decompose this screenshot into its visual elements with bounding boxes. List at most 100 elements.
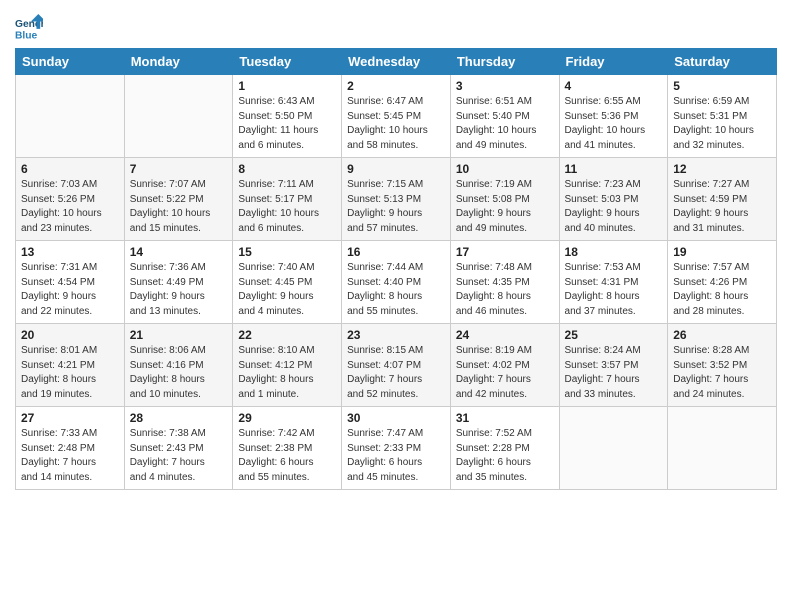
day-info: Sunrise: 7:07 AM Sunset: 5:22 PM Dayligh… [130,178,228,236]
week-row-1: 1Sunrise: 6:43 AM Sunset: 5:50 PM Daylig… [16,75,777,158]
weekday-header-monday: Monday [124,49,233,75]
calendar-cell: 13 Sunrise: 7:31 AM Sunset: 4:54 PM Dayli… [16,241,125,324]
day-number: 8 [238,162,336,176]
day-number: 26 [673,328,771,342]
calendar-cell: 26 Sunrise: 8:28 AM Sunset: 3:52 PM Dayli… [668,324,777,407]
calendar-cell: 21 Sunrise: 8:06 AM Sunset: 4:16 PM Dayli… [124,324,233,407]
calendar-cell: 2 Sunrise: 6:47 AM Sunset: 5:45 PM Daylig… [342,75,451,158]
calendar-cell: 8 Sunrise: 7:11 AM Sunset: 5:17 PM Daylig… [233,158,342,241]
weekday-header-sunday: Sunday [16,49,125,75]
calendar-container: General Blue SundayMondayTuesdayWednesda… [0,0,792,612]
calendar-cell: 31 Sunrise: 7:52 AM Sunset: 2:28 PM Dayli… [450,407,559,490]
calendar-cell: 12 Sunrise: 7:27 AM Sunset: 4:59 PM Dayli… [668,158,777,241]
day-number: 25 [565,328,663,342]
calendar-cell: 30 Sunrise: 7:47 AM Sunset: 2:33 PM Dayli… [342,407,451,490]
calendar-cell: 23Sunrise: 8:15 AM Sunset: 4:07 PM Dayli… [342,324,451,407]
calendar-cell: 10 Sunrise: 7:19 AM Sunset: 5:08 PM Dayli… [450,158,559,241]
calendar-cell: 19 Sunrise: 7:57 AM Sunset: 4:26 PM Dayli… [668,241,777,324]
day-info: Sunrise: 8:24 AM Sunset: 3:57 PM Dayligh… [565,344,663,402]
day-number: 11 [565,162,663,176]
day-info: Sunrise: 7:31 AM Sunset: 4:54 PM Dayligh… [21,261,119,319]
calendar-cell [124,75,233,158]
calendar-cell: 16Sunrise: 7:44 AM Sunset: 4:40 PM Dayli… [342,241,451,324]
day-info: Sunrise: 7:52 AM Sunset: 2:28 PM Dayligh… [456,427,554,485]
day-info: Sunrise: 7:23 AM Sunset: 5:03 PM Dayligh… [565,178,663,236]
calendar-cell: 15 Sunrise: 7:40 AM Sunset: 4:45 PM Dayli… [233,241,342,324]
day-info: Sunrise: 7:11 AM Sunset: 5:17 PM Dayligh… [238,178,336,236]
logo: General Blue [15,14,47,42]
day-number: 17 [456,245,554,259]
day-info: Sunrise: 7:48 AM Sunset: 4:35 PM Dayligh… [456,261,554,319]
day-number: 22 [238,328,336,342]
svg-text:Blue: Blue [15,30,38,41]
day-number: 23 [347,328,445,342]
calendar-cell [668,407,777,490]
weekday-header-wednesday: Wednesday [342,49,451,75]
day-info: Sunrise: 6:59 AM Sunset: 5:31 PM Dayligh… [673,95,771,153]
day-info: Sunrise: 7:47 AM Sunset: 2:33 PM Dayligh… [347,427,445,485]
day-info: Sunrise: 7:27 AM Sunset: 4:59 PM Dayligh… [673,178,771,236]
calendar-table: SundayMondayTuesdayWednesdayThursdayFrid… [15,48,777,490]
day-info: Sunrise: 8:06 AM Sunset: 4:16 PM Dayligh… [130,344,228,402]
day-info: Sunrise: 7:19 AM Sunset: 5:08 PM Dayligh… [456,178,554,236]
day-info: Sunrise: 8:28 AM Sunset: 3:52 PM Dayligh… [673,344,771,402]
day-number: 4 [565,79,663,93]
day-number: 10 [456,162,554,176]
day-number: 6 [21,162,119,176]
calendar-cell: 7 Sunrise: 7:07 AM Sunset: 5:22 PM Daylig… [124,158,233,241]
day-number: 2 [347,79,445,93]
day-number: 27 [21,411,119,425]
day-number: 18 [565,245,663,259]
calendar-cell: 20 Sunrise: 8:01 AM Sunset: 4:21 PM Dayli… [16,324,125,407]
calendar-cell: 9Sunrise: 7:15 AM Sunset: 5:13 PM Daylig… [342,158,451,241]
day-info: Sunrise: 8:01 AM Sunset: 4:21 PM Dayligh… [21,344,119,402]
day-number: 20 [21,328,119,342]
day-info: Sunrise: 7:03 AM Sunset: 5:26 PM Dayligh… [21,178,119,236]
calendar-cell: 28 Sunrise: 7:38 AM Sunset: 2:43 PM Dayli… [124,407,233,490]
day-number: 12 [673,162,771,176]
calendar-cell: 25 Sunrise: 8:24 AM Sunset: 3:57 PM Dayli… [559,324,668,407]
calendar-cell: 27Sunrise: 7:33 AM Sunset: 2:48 PM Dayli… [16,407,125,490]
calendar-cell [16,75,125,158]
calendar-cell: 22Sunrise: 8:10 AM Sunset: 4:12 PM Dayli… [233,324,342,407]
weekday-header-thursday: Thursday [450,49,559,75]
day-number: 24 [456,328,554,342]
week-row-3: 13 Sunrise: 7:31 AM Sunset: 4:54 PM Dayli… [16,241,777,324]
day-info: Sunrise: 7:57 AM Sunset: 4:26 PM Dayligh… [673,261,771,319]
day-info: Sunrise: 7:38 AM Sunset: 2:43 PM Dayligh… [130,427,228,485]
calendar-cell: 3 Sunrise: 6:51 AM Sunset: 5:40 PM Daylig… [450,75,559,158]
calendar-cell: 17 Sunrise: 7:48 AM Sunset: 4:35 PM Dayli… [450,241,559,324]
weekday-header-tuesday: Tuesday [233,49,342,75]
day-number: 13 [21,245,119,259]
day-info: Sunrise: 7:42 AM Sunset: 2:38 PM Dayligh… [238,427,336,485]
day-number: 21 [130,328,228,342]
day-number: 15 [238,245,336,259]
week-row-5: 27Sunrise: 7:33 AM Sunset: 2:48 PM Dayli… [16,407,777,490]
weekday-header-saturday: Saturday [668,49,777,75]
calendar-cell: 6 Sunrise: 7:03 AM Sunset: 5:26 PM Daylig… [16,158,125,241]
day-number: 30 [347,411,445,425]
day-number: 31 [456,411,554,425]
day-number: 28 [130,411,228,425]
header: General Blue [15,10,777,42]
day-info: Sunrise: 6:55 AM Sunset: 5:36 PM Dayligh… [565,95,663,153]
week-row-4: 20 Sunrise: 8:01 AM Sunset: 4:21 PM Dayli… [16,324,777,407]
day-info: Sunrise: 6:47 AM Sunset: 5:45 PM Dayligh… [347,95,445,153]
weekday-header-friday: Friday [559,49,668,75]
calendar-cell: 1Sunrise: 6:43 AM Sunset: 5:50 PM Daylig… [233,75,342,158]
day-number: 3 [456,79,554,93]
calendar-cell: 24 Sunrise: 8:19 AM Sunset: 4:02 PM Dayli… [450,324,559,407]
calendar-cell: 11 Sunrise: 7:23 AM Sunset: 5:03 PM Dayli… [559,158,668,241]
week-row-2: 6 Sunrise: 7:03 AM Sunset: 5:26 PM Daylig… [16,158,777,241]
day-info: Sunrise: 6:51 AM Sunset: 5:40 PM Dayligh… [456,95,554,153]
day-info: Sunrise: 8:19 AM Sunset: 4:02 PM Dayligh… [456,344,554,402]
calendar-cell: 18Sunrise: 7:53 AM Sunset: 4:31 PM Dayli… [559,241,668,324]
day-number: 19 [673,245,771,259]
calendar-cell: 4 Sunrise: 6:55 AM Sunset: 5:36 PM Daylig… [559,75,668,158]
day-info: Sunrise: 7:40 AM Sunset: 4:45 PM Dayligh… [238,261,336,319]
day-number: 7 [130,162,228,176]
day-number: 5 [673,79,771,93]
day-info: Sunrise: 7:44 AM Sunset: 4:40 PM Dayligh… [347,261,445,319]
day-info: Sunrise: 7:15 AM Sunset: 5:13 PM Dayligh… [347,178,445,236]
calendar-cell: 5 Sunrise: 6:59 AM Sunset: 5:31 PM Daylig… [668,75,777,158]
